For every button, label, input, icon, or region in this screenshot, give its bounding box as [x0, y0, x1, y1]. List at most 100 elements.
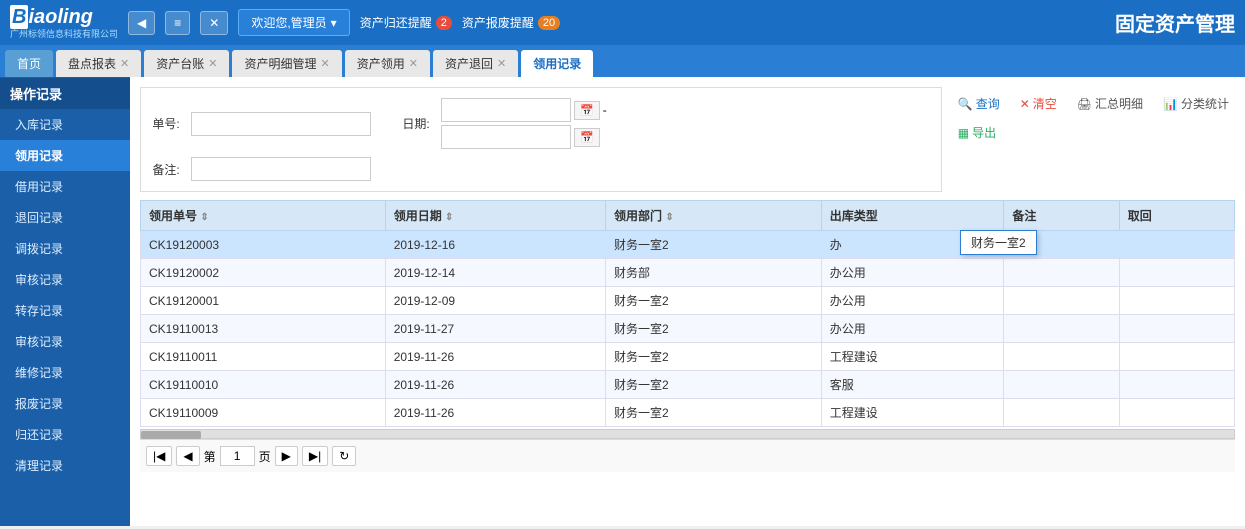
sidebar-item-inbound[interactable]: 入库记录	[0, 109, 130, 140]
table-row[interactable]: CK19120002 2019-12-14 财务部 办公用	[141, 259, 1235, 287]
sidebar-item-clean[interactable]: 清理记录	[0, 450, 130, 481]
prev-page-button[interactable]: ◀	[176, 446, 199, 466]
sidebar-item-scrap[interactable]: 报废记录	[0, 388, 130, 419]
refresh-button[interactable]: ↻	[332, 446, 356, 466]
system-title: 固定资产管理	[1115, 8, 1235, 37]
tab-asset-use[interactable]: 资产领用 ✕	[345, 50, 430, 77]
welcome-text: 欢迎您,管理员	[251, 14, 326, 31]
tab-asset-detail[interactable]: 资产明细管理 ✕	[232, 50, 341, 77]
date-separator: -	[603, 103, 607, 117]
col-header-dept[interactable]: 领用部门 ⇕	[606, 201, 822, 231]
sidebar-item-store[interactable]: 转存记录	[0, 295, 130, 326]
sidebar-item-return[interactable]: 退回记录	[0, 202, 130, 233]
table-row[interactable]: CK19120001 2019-12-09 财务一室2 办公用	[141, 287, 1235, 315]
dropdown-arrow-icon: ▾	[331, 16, 337, 30]
cell-dept: 财务部	[606, 259, 822, 287]
sidebar-item-returnback[interactable]: 归还记录	[0, 419, 130, 450]
label-date: 日期:	[401, 115, 431, 132]
header: Biaoling 广州标领信息科技有限公司 ◀ ≡ ✕ 欢迎您,管理员 ▾ 资产…	[0, 0, 1245, 45]
tab-asset-detail-close[interactable]: ✕	[321, 57, 330, 70]
nav-back-button[interactable]: ◀	[128, 11, 155, 35]
excel-icon: ▦	[958, 126, 969, 140]
sidebar-item-audit2[interactable]: 审核记录	[0, 326, 130, 357]
col-header-id[interactable]: 领用单号 ⇕	[141, 201, 386, 231]
cell-type: 工程建设	[821, 399, 1004, 427]
logo-subtitle: 广州标领信息科技有限公司	[10, 29, 118, 40]
alert-return-text: 资产归还提醒	[360, 14, 432, 31]
tab-asset-ledger[interactable]: 资产台账 ✕	[144, 50, 229, 77]
sidebar-item-use[interactable]: 领用记录	[0, 140, 130, 171]
last-page-button[interactable]: ▶|	[302, 446, 328, 466]
col-header-date[interactable]: 领用日期 ⇕	[385, 201, 605, 231]
sidebar-item-repair[interactable]: 维修记录	[0, 357, 130, 388]
cell-id: CK19110010	[141, 371, 386, 399]
cell-remark	[1004, 399, 1119, 427]
tab-use-record[interactable]: 领用记录	[521, 50, 593, 77]
printer-icon: 🖨	[1077, 97, 1092, 111]
cell-date: 2019-11-27	[385, 315, 605, 343]
summary-button[interactable]: 🖨 汇总明细	[1071, 92, 1149, 115]
sidebar-item-transfer[interactable]: 调拨记录	[0, 233, 130, 264]
query-button[interactable]: 🔍 查询	[952, 92, 1006, 115]
tooltip-text: 财务一室2	[971, 236, 1026, 250]
table-row[interactable]: CK19120003 2019-12-16 财务一室2 办	[141, 231, 1235, 259]
tab-asset-ledger-label: 资产台账	[156, 55, 204, 72]
cell-dept: 财务一室2	[606, 315, 822, 343]
clear-button[interactable]: ✕ 清空	[1014, 92, 1063, 115]
welcome-dropdown[interactable]: 欢迎您,管理员 ▾	[238, 9, 349, 36]
tab-home[interactable]: 首页	[5, 50, 53, 77]
dept-tooltip: 财务一室2	[960, 230, 1037, 255]
alert-return[interactable]: 资产归还提醒 2	[360, 14, 452, 31]
sidebar-item-audit1[interactable]: 审核记录	[0, 264, 130, 295]
horizontal-scrollbar[interactable]	[140, 429, 1235, 439]
tab-asset-detail-label: 资产明细管理	[244, 55, 316, 72]
sidebar-group-label: 操作记录	[0, 77, 130, 109]
cell-date: 2019-12-09	[385, 287, 605, 315]
alert-scrap-badge: 20	[538, 16, 560, 30]
category-button[interactable]: 📊 分类统计	[1157, 92, 1235, 115]
remark-input[interactable]	[191, 157, 371, 181]
table-row[interactable]: CK19110011 2019-11-26 财务一室2 工程建设	[141, 343, 1235, 371]
tab-inventory[interactable]: 盘点报表 ✕	[56, 50, 141, 77]
export-button[interactable]: ▦ 导出	[952, 121, 1002, 144]
logo: Biaoling 广州标领信息科技有限公司	[10, 5, 118, 40]
col-header-remark[interactable]: 备注	[1004, 201, 1119, 231]
tab-asset-ledger-close[interactable]: ✕	[208, 57, 217, 70]
sidebar-item-borrow[interactable]: 借用记录	[0, 171, 130, 202]
cell-type: 办公用	[821, 287, 1004, 315]
clear-icon: ✕	[1020, 97, 1030, 111]
alert-scrap-text: 资产报废提醒	[462, 14, 534, 31]
data-table: 领用单号 ⇕ 领用日期 ⇕ 领用部门 ⇕ 出库类型 备注 取回	[140, 200, 1235, 427]
alert-scrap[interactable]: 资产报废提醒 20	[462, 14, 560, 31]
tab-asset-return-close[interactable]: ✕	[497, 57, 506, 70]
cell-date: 2019-11-26	[385, 343, 605, 371]
tab-asset-use-close[interactable]: ✕	[409, 57, 418, 70]
cell-type: 工程建设	[821, 343, 1004, 371]
date-from-picker[interactable]: 📅	[574, 101, 600, 120]
cell-type: 客服	[821, 371, 1004, 399]
cell-dept: 财务一室2	[606, 371, 822, 399]
cell-dept: 财务一室2	[606, 343, 822, 371]
tabs-bar: 首页 盘点报表 ✕ 资产台账 ✕ 资产明细管理 ✕ 资产领用 ✕ 资产退回 ✕ …	[0, 45, 1245, 77]
date-to-input[interactable]	[441, 125, 571, 149]
main-layout: 操作记录 入库记录 领用记录 借用记录 退回记录 调拨记录 审核记录 转存记录 …	[0, 77, 1245, 526]
date-from-input[interactable]	[441, 98, 571, 122]
nav-menu-button[interactable]: ≡	[165, 11, 190, 35]
number-input[interactable]	[191, 112, 371, 136]
page-of-label: 页	[259, 448, 271, 465]
col-header-type[interactable]: 出库类型	[821, 201, 1004, 231]
table-row[interactable]: CK19110009 2019-11-26 财务一室2 工程建设	[141, 399, 1235, 427]
nav-close-button[interactable]: ✕	[200, 11, 228, 35]
tab-asset-return[interactable]: 资产退回 ✕	[433, 50, 518, 77]
table-row[interactable]: CK19110013 2019-11-27 财务一室2 办公用	[141, 315, 1235, 343]
cell-date: 2019-11-26	[385, 399, 605, 427]
page-number-input[interactable]	[220, 446, 255, 466]
tab-inventory-close[interactable]: ✕	[120, 57, 129, 70]
date-to-picker[interactable]: 📅	[574, 128, 600, 147]
next-page-button[interactable]: ▶	[275, 446, 298, 466]
first-page-button[interactable]: |◀	[146, 446, 172, 466]
col-header-return[interactable]: 取回	[1119, 201, 1234, 231]
cell-return	[1119, 231, 1234, 259]
table-row[interactable]: CK19110010 2019-11-26 财务一室2 客服	[141, 371, 1235, 399]
cell-date: 2019-12-16	[385, 231, 605, 259]
